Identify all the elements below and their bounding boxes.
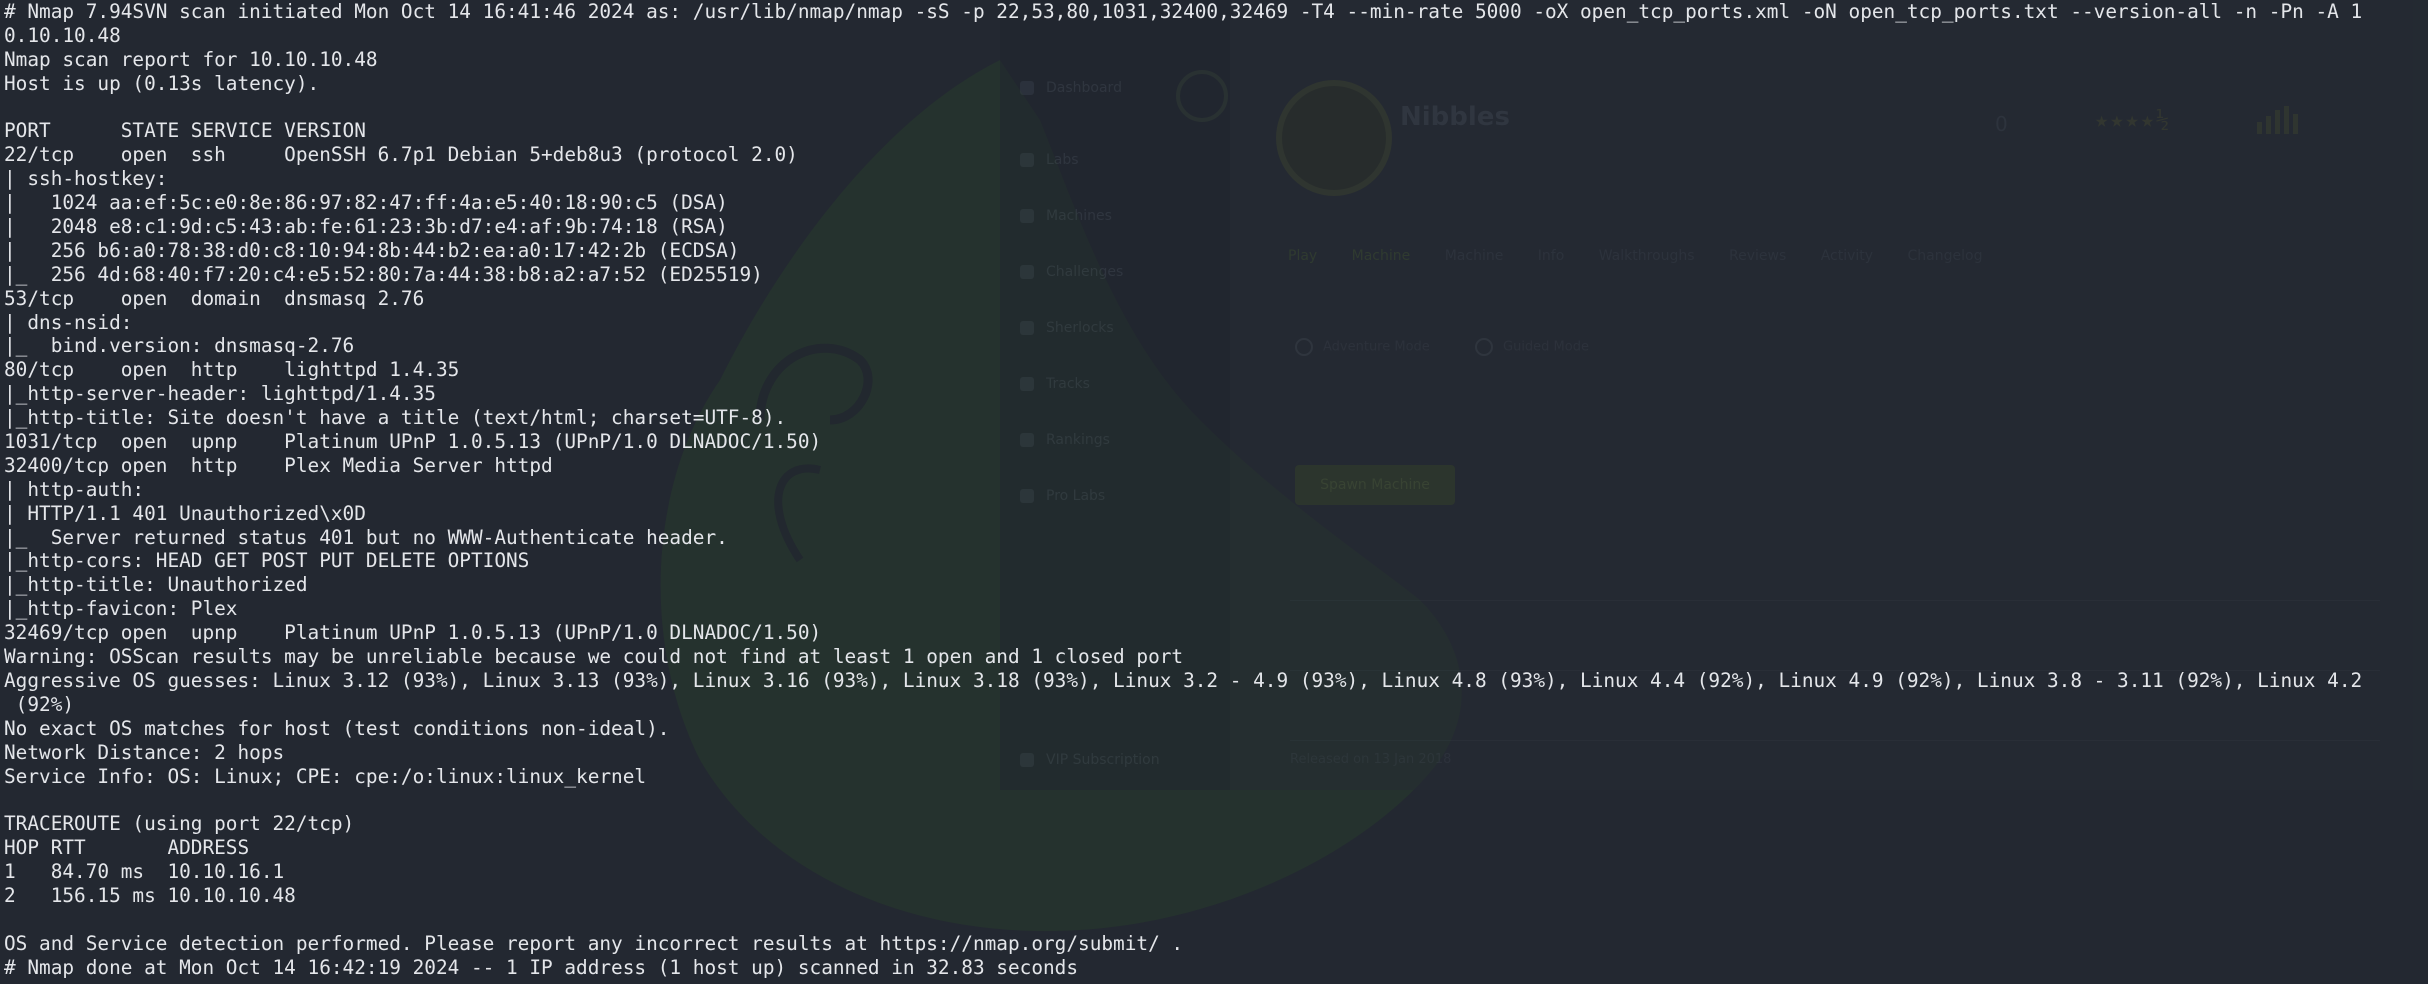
terminal-line: 2 156.15 ms 10.10.10.48	[4, 883, 296, 907]
terminal-line: | HTTP/1.1 401 Unauthorized\x0D	[4, 501, 366, 525]
terminal-line: HOP RTT ADDRESS	[4, 836, 250, 860]
terminal-line: 53/tcp open domain dnsmasq 2.76	[4, 286, 425, 310]
terminal-line: 80/tcp open http lighttpd 1.4.35	[4, 358, 460, 382]
terminal-line: | 256 b6:a0:78:38:d0:c8:10:94:8b:44:b2:e…	[4, 238, 740, 262]
terminal-line: (92%)	[4, 692, 75, 716]
terminal-line: | 2048 e8:c1:9d:c5:43:ab:fe:61:23:3b:d7:…	[4, 215, 728, 239]
terminal-line: Nmap scan report for 10.10.10.48	[4, 47, 378, 71]
terminal-line: |_http-title: Site doesn't have a title …	[4, 406, 787, 430]
terminal-line: Aggressive OS guesses: Linux 3.12 (93%),…	[4, 668, 2363, 692]
terminal-line: OS and Service detection performed. Plea…	[4, 931, 1184, 955]
terminal-line: |_http-favicon: Plex	[4, 597, 238, 621]
terminal-line: 32469/tcp open upnp Platinum UPnP 1.0.5.…	[4, 621, 822, 645]
terminal-line: TRACEROUTE (using port 22/tcp)	[4, 812, 355, 836]
terminal-line: 1031/tcp open upnp Platinum UPnP 1.0.5.1…	[4, 430, 822, 454]
terminal-line: Warning: OSScan results may be unreliabl…	[4, 645, 1184, 669]
terminal-output[interactable]: # Nmap 7.94SVN scan initiated Mon Oct 14…	[4, 0, 2428, 984]
terminal-line: |_ bind.version: dnsmasq-2.76	[4, 334, 355, 358]
terminal-line: # Nmap 7.94SVN scan initiated Mon Oct 14…	[4, 0, 2363, 23]
terminal-line: | http-auth:	[4, 477, 156, 501]
terminal-line: 0.10.10.48	[4, 23, 121, 47]
terminal-line: | ssh-hostkey:	[4, 167, 180, 191]
terminal-line: | 1024 aa:ef:5c:e0:8e:86:97:82:47:ff:4a:…	[4, 191, 728, 215]
desktop: { "terminal": { "lines": [ "# Nmap 7.94S…	[0, 0, 2428, 984]
terminal-line: | dns-nsid:	[4, 310, 145, 334]
terminal-line: Host is up (0.13s latency).	[4, 71, 320, 95]
terminal-line: 32400/tcp open http Plex Media Server ht…	[4, 453, 553, 477]
terminal-line: |_ Server returned status 401 but no WWW…	[4, 525, 728, 549]
terminal-line: Network Distance: 2 hops	[4, 740, 285, 764]
terminal-line: 1 84.70 ms 10.10.16.1	[4, 860, 285, 884]
terminal-line: No exact OS matches for host (test condi…	[4, 716, 670, 740]
terminal-line: |_ 256 4d:68:40:f7:20:c4:e5:52:80:7a:44:…	[4, 262, 763, 286]
terminal-line: PORT STATE SERVICE VERSION	[4, 119, 366, 143]
terminal-line: |_http-cors: HEAD GET POST PUT DELETE OP…	[4, 549, 530, 573]
terminal-line: Service Info: OS: Linux; CPE: cpe:/o:lin…	[4, 764, 647, 788]
terminal-line: |_http-server-header: lighttpd/1.4.35	[4, 382, 436, 406]
terminal-line: # Nmap done at Mon Oct 14 16:42:19 2024 …	[4, 955, 1079, 979]
terminal-line: |_http-title: Unauthorized	[4, 573, 308, 597]
terminal-line: 22/tcp open ssh OpenSSH 6.7p1 Debian 5+d…	[4, 143, 798, 167]
